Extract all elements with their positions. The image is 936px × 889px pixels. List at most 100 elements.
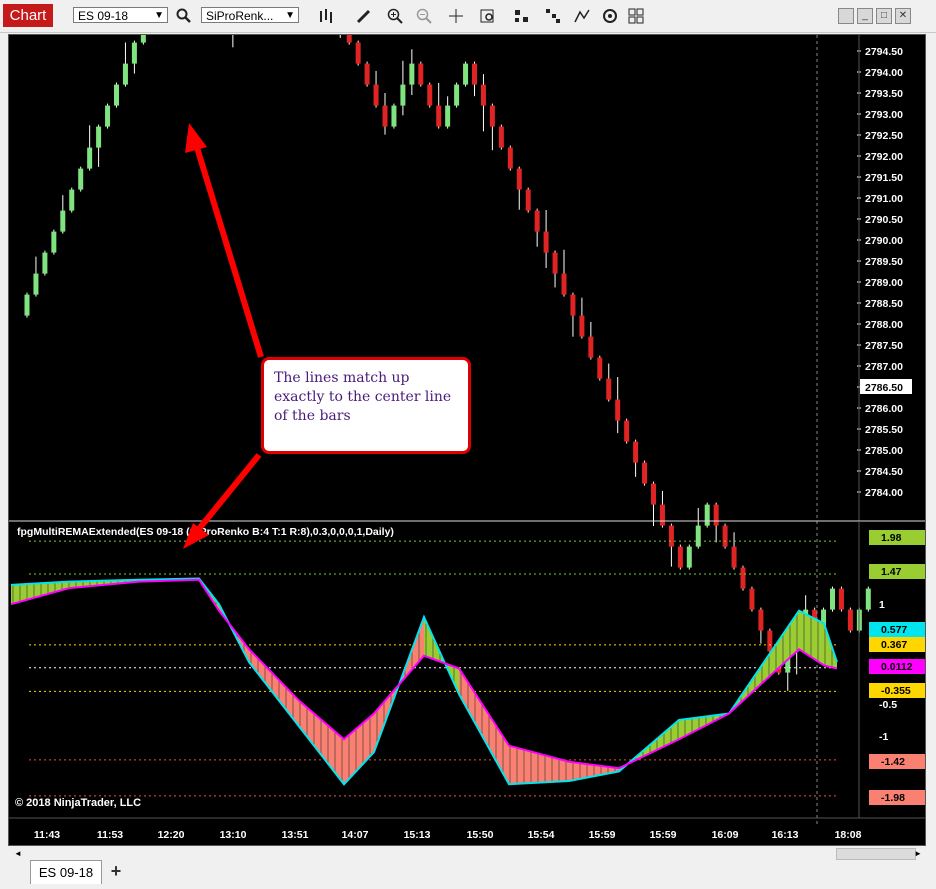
chevron-down-icon: ▼ [154,8,164,24]
crosshair-icon[interactable] [446,6,466,26]
bar-chart-style-icon[interactable] [316,6,336,26]
callout-arrows [183,123,261,549]
candle-down [732,547,737,568]
candle-down [472,64,477,85]
zoom-in-icon[interactable] [385,6,405,26]
candle-up [463,64,468,85]
time-label: 11:43 [34,829,60,841]
candle-down [517,169,522,190]
price-axis: 2794.50 2794.00 2793.50 2793.00 2792.50 2792.… [857,35,912,521]
candle-down [490,106,495,127]
minimize-icon[interactable]: _ [857,8,873,24]
candle-down [544,232,549,253]
candle-down [347,35,352,43]
candle-up [51,232,56,253]
instrument-selector-value: ES 09-18 [78,9,128,23]
value-badge-label: 0.367 [881,639,907,651]
candle-up [96,127,101,148]
candle-up [696,526,701,547]
time-label: 15:59 [650,829,677,841]
candle-up [141,35,146,43]
candle-down [723,526,728,547]
search-icon[interactable] [174,6,194,26]
candle-up [409,64,414,85]
candle-down [669,526,674,547]
candle-down [535,211,540,232]
zoom-out-icon[interactable] [414,6,434,26]
indicator-axis: 1-0.5-11.981.470.5770.3670.0112-0.355-1.… [859,521,925,818]
candle-down [436,106,441,127]
candle-down [365,64,370,85]
candle-down [481,85,486,106]
time-label: 16:13 [772,829,799,841]
candle-down [758,610,763,631]
candle-up [866,589,871,610]
price-label: 2792.00 [865,151,903,163]
layout-icon[interactable] [626,6,646,26]
price-label: 2791.00 [865,193,903,205]
instrument-selector[interactable]: ES 09-18 ▼ [73,7,168,23]
price-label: 2794.00 [865,67,903,79]
scroll-right-icon[interactable]: ► [914,849,922,858]
bottom-bar: ◄ ► ES 09-18 + [0,846,936,889]
candle-down [526,190,531,211]
price-label: 2789.00 [865,277,903,289]
candle-down [356,43,361,64]
price-label: 2787.00 [865,361,903,373]
candle-down [615,400,620,421]
tab-es-09-18[interactable]: ES 09-18 [30,860,102,884]
pencil-icon[interactable] [354,6,374,26]
candle-down [848,610,853,631]
scroll-thumb[interactable] [836,848,916,860]
price-label: 2788.50 [865,298,903,310]
candle-down [767,631,772,652]
time-label: 18:08 [835,829,862,841]
candle-down [427,85,432,106]
price-label: 2784.50 [865,466,903,478]
candle-up [25,295,30,316]
candle-down [660,505,665,526]
maximize-icon[interactable]: □ [876,8,892,24]
current-price-label: 2786.50 [865,382,903,394]
fill-bearish [459,669,509,785]
fast-rema-line [11,578,837,784]
candle-up [132,43,137,64]
price-label: 2794.50 [865,46,903,58]
candle-down [741,568,746,589]
horizontal-scrollbar[interactable]: ◄ ► [10,846,926,860]
candle-up [400,85,405,106]
price-label: 2792.50 [865,130,903,142]
time-label: 13:10 [220,829,247,841]
candle-down [651,484,656,505]
properties-icon[interactable] [600,6,620,26]
price-label: 2791.50 [865,172,903,184]
value-badge-label: -1.42 [881,756,905,768]
candle-up [87,148,92,169]
time-label: 16:09 [712,829,739,841]
candle-down [714,505,719,526]
data-box-icon[interactable] [478,6,498,26]
bar-type-selector-value: SiProRenk... [206,9,273,23]
indicator-axis-label: -1 [879,731,888,743]
price-label: 2785.00 [865,445,903,457]
add-tab-button[interactable]: + [104,860,128,884]
price-label: 2790.00 [865,235,903,247]
callout-text: The lines match up exactly to the center… [274,370,451,424]
chart-toolbar: Chart ES 09-18 ▼ SiProRenk... ▼ _ □ ✕ [0,0,936,33]
strategies-icon[interactable] [512,6,532,26]
close-icon[interactable]: ✕ [895,8,911,24]
candle-up [60,211,65,232]
restore-icon[interactable] [838,8,854,24]
price-label: 2793.50 [865,88,903,100]
fill-bearish [509,746,569,785]
scroll-left-icon[interactable]: ◄ [14,849,22,858]
candle-down [570,295,575,316]
bar-type-selector[interactable]: SiProRenk... ▼ [201,7,299,23]
annotation-callout: The lines match up exactly to the center… [261,357,471,454]
price-label: 2787.50 [865,340,903,352]
indicators-icon[interactable] [543,6,563,26]
drawing-tools-icon[interactable] [572,6,592,26]
slow-rema-line [11,580,837,768]
candle-down [606,379,611,400]
chart-title-tab[interactable]: Chart [3,4,53,27]
